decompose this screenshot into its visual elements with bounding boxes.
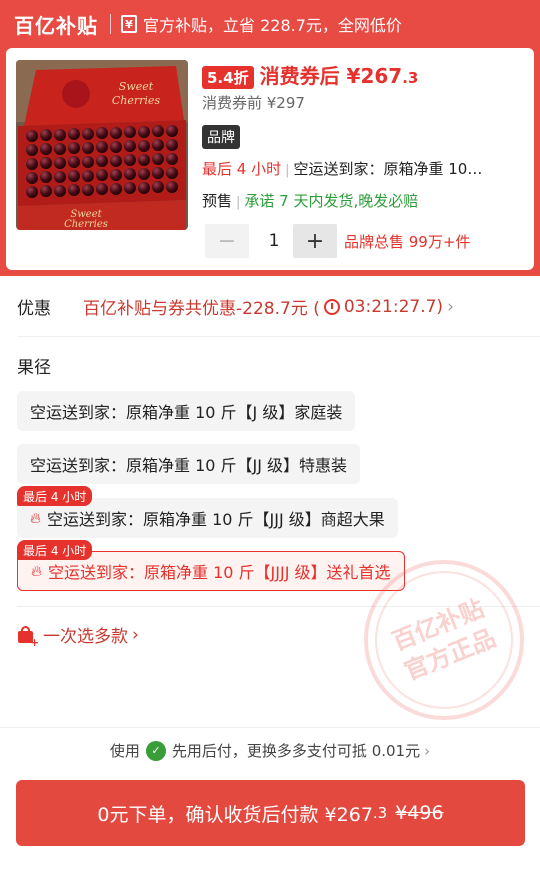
cherry-box-image: Sweet Cherries Sweet Cherries [16, 60, 188, 230]
quantity-minus-button[interactable]: − [205, 224, 249, 258]
last-hours-text: 最后 4 小时 [202, 160, 282, 178]
multi-select-label: 一次选多款 [43, 627, 128, 647]
presale-promise: 承诺 7 天内发货,晚发必赔 [244, 192, 419, 210]
order-button-label: 0元下单，确认收货后付款 ¥267 [97, 803, 373, 826]
yen-icon: ¥ [121, 15, 137, 33]
box-text-cherries: Cherries [112, 94, 161, 107]
promotion-text: 百亿补贴与券共优惠-228.7元 ( [83, 299, 320, 319]
selected-spec-text: 空运送到家：原箱净重 10… [293, 160, 483, 178]
pay-later-icon: ✓ [145, 740, 166, 761]
divider: | [285, 163, 290, 178]
promotion-row[interactable]: 优惠 百亿补贴与券共优惠-228.7元 ( 03:21:27.7 ) › [17, 294, 527, 320]
spec-option-label: 空运送到家：原箱净重 10 斤【J 级】家庭装 [30, 403, 343, 422]
last-hours-tag: 最后 4 小时 [17, 540, 93, 560]
divider [17, 336, 540, 337]
after-coupon-price: 消费券后 ¥267 [259, 64, 403, 88]
before-coupon-price: 消费券前 ¥297 [202, 94, 305, 112]
presale-label: 预售 [202, 192, 233, 210]
subsidy-text: 官方补贴，立省 228.7元，全网低价 [143, 16, 402, 35]
brand-sales-text: 品牌总售 99万+件 [344, 233, 471, 251]
spec-option-j[interactable]: 空运送到家：原箱净重 10 斤【J 级】家庭装 [17, 391, 356, 431]
last-hours-tag: 最后 4 小时 [17, 486, 93, 506]
subsidy-bar: 百亿补贴 ¥ 官方补贴，立省 228.7元，全网低价 [0, 0, 540, 48]
brand-title: 百亿补贴 [14, 13, 98, 38]
spec-option-jj[interactable]: 空运送到家：原箱净重 10 斤【JJ 级】特惠装 [17, 444, 361, 484]
pay-later-row[interactable]: 使用 ✓ 先用后付，更换多多支付可抵 0.01元 › [0, 740, 540, 761]
presale-row: 预售 | 承诺 7 天内发货,晚发必赔 [202, 190, 418, 211]
promotion-close-paren: ) [436, 296, 444, 317]
product-card: Sweet Cherries Sweet Cherries 5.4折 消费券后 … [6, 48, 534, 270]
pay-prefix: 使用 [109, 742, 140, 760]
box-text-sweet: Sweet [119, 80, 154, 93]
chevron-right-icon: › [447, 296, 454, 317]
divider: | [236, 195, 241, 210]
promotion-label: 优惠 [17, 299, 51, 319]
original-price: ¥496 [395, 802, 444, 824]
quantity-value[interactable]: 1 [256, 224, 292, 258]
shopping-bag-plus-icon: + [17, 625, 39, 649]
after-coupon-decimal: .3 [402, 69, 419, 87]
order-button-decimal: .3 [372, 804, 388, 822]
box-text-cherries-bottom: Cherries [64, 219, 108, 230]
discount-badge: 5.4折 [202, 66, 254, 89]
spec-option-label: 空运送到家：原箱净重 10 斤【JJJ 级】商超大果 [47, 510, 385, 529]
spec-option-label: 空运送到家：原箱净重 10 斤【JJ 级】特惠装 [30, 456, 348, 475]
chevron-right-icon: › [424, 741, 431, 760]
product-image[interactable]: Sweet Cherries Sweet Cherries [16, 60, 188, 230]
place-order-button[interactable]: 0元下单，确认收货后付款 ¥267.3 ¥496 [16, 780, 525, 846]
fire-icon: 🔥︎ [31, 562, 43, 580]
fire-icon: 🔥︎ [30, 509, 42, 527]
price-row: 5.4折 消费券后 ¥267 .3 [202, 60, 418, 89]
brand-tag: 品牌 [202, 125, 240, 149]
countdown-timer: 03:21:27.7 [343, 296, 437, 317]
divider [110, 14, 111, 34]
divider [0, 727, 540, 728]
chevron-right-icon: › [132, 624, 139, 645]
alarm-clock-icon [323, 298, 340, 315]
spec-title: 果径 [17, 358, 51, 378]
pay-later-text: 先用后付，更换多多支付可抵 0.01元 [171, 742, 421, 760]
spec-option-label: 空运送到家：原箱净重 10 斤【JJJJ 级】送礼首选 [48, 563, 391, 582]
selected-spec-row: 最后 4 小时 | 空运送到家：原箱净重 10… [202, 158, 524, 179]
multi-select-link[interactable]: + 一次选多款 › [17, 622, 139, 649]
quantity-plus-button[interactable]: + [293, 224, 337, 258]
